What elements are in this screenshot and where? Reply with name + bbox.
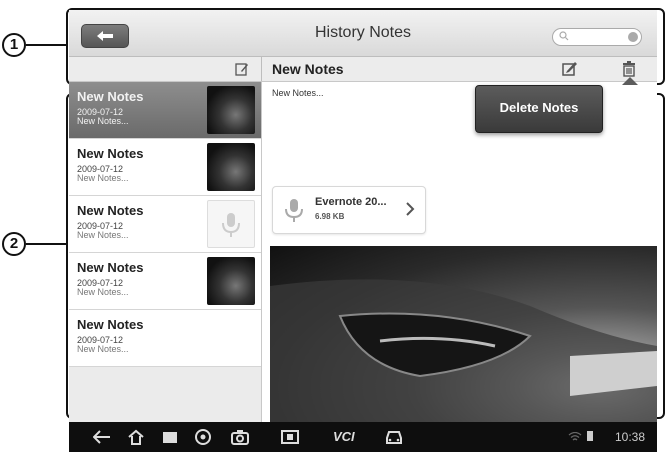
- battery-icon: [587, 431, 593, 441]
- attachment-name: Evernote 20...: [315, 196, 387, 208]
- audio-attachment[interactable]: Evernote 20... 6.98 KB: [272, 186, 426, 234]
- status-time: 10:38: [614, 430, 645, 444]
- note-item-title: New Notes: [77, 203, 144, 218]
- car-thumbnail: [207, 257, 255, 305]
- chevron-right-icon: [406, 202, 415, 216]
- recent-apps-icon[interactable]: [161, 429, 179, 445]
- vci-button[interactable]: VCI: [333, 429, 355, 444]
- note-item-title: New Notes: [77, 89, 144, 104]
- system-nav-bar: VCI 10:38: [69, 422, 657, 452]
- callout-2-leader: [26, 243, 66, 245]
- list-item[interactable]: New Notes 2009-07-12 New Notes...: [69, 253, 261, 310]
- callout-1-leader: [26, 44, 66, 46]
- car-taillight-image: [270, 279, 657, 422]
- note-item-title: New Notes: [77, 146, 144, 161]
- note-item-title: New Notes: [77, 260, 144, 275]
- back-nav-icon[interactable]: [93, 429, 111, 445]
- trash-icon[interactable]: [622, 61, 636, 77]
- device-screen: History Notes New Notes New Notes 2009-0…: [69, 10, 657, 452]
- screen-mirror-icon[interactable]: [281, 429, 299, 445]
- car-photo: [270, 246, 657, 422]
- note-item-preview: New Notes...: [77, 287, 129, 297]
- callout-1: 1: [2, 33, 26, 57]
- note-item-title: New Notes: [77, 317, 144, 332]
- edit-icon[interactable]: [562, 61, 578, 76]
- list-item[interactable]: New Notes 2009-07-12 New Notes...: [69, 139, 261, 196]
- list-item[interactable]: New Notes 2009-07-12 New Notes...: [69, 310, 261, 367]
- car-icon[interactable]: [385, 429, 403, 445]
- new-note-icon[interactable]: [235, 62, 249, 76]
- home-icon[interactable]: [127, 429, 145, 445]
- delete-notes-label: Delete Notes: [499, 100, 579, 115]
- list-item[interactable]: New Notes 2009-07-12 New Notes...: [69, 82, 261, 139]
- note-item-preview: New Notes...: [77, 173, 129, 183]
- car-thumbnail: [207, 86, 255, 134]
- attachment-size: 6.98 KB: [315, 212, 345, 221]
- note-item-preview: New Notes...: [77, 116, 129, 126]
- callout-2: 2: [2, 232, 26, 256]
- popup-caret: [622, 77, 638, 85]
- search-input[interactable]: [552, 28, 642, 46]
- notes-list: New Notes 2009-07-12 New Notes... New No…: [69, 82, 262, 422]
- note-content: New Notes... Evernote 20... 6.98 KB: [262, 82, 657, 422]
- search-icon: [559, 31, 569, 41]
- note-item-preview: New Notes...: [77, 344, 129, 354]
- wifi-icon: [568, 431, 582, 441]
- status-icons: [568, 430, 595, 445]
- car-thumbnail: [207, 143, 255, 191]
- note-item-preview: New Notes...: [77, 230, 129, 240]
- chrome-icon[interactable]: [195, 429, 211, 445]
- delete-notes-popup[interactable]: Delete Notes: [475, 85, 603, 133]
- microphone-thumbnail: [207, 200, 255, 248]
- microphone-icon: [285, 199, 303, 222]
- list-item[interactable]: New Notes 2009-07-12 New Notes...: [69, 196, 261, 253]
- toolbar-divider: [261, 57, 262, 81]
- note-title: New Notes: [272, 61, 344, 77]
- notes-toolbar: New Notes: [69, 57, 657, 82]
- title-bar: History Notes: [69, 10, 657, 57]
- search-clear-icon[interactable]: [628, 32, 638, 42]
- microphone-icon: [222, 213, 240, 237]
- note-body-text: New Notes...: [272, 88, 324, 98]
- camera-icon[interactable]: [231, 429, 249, 445]
